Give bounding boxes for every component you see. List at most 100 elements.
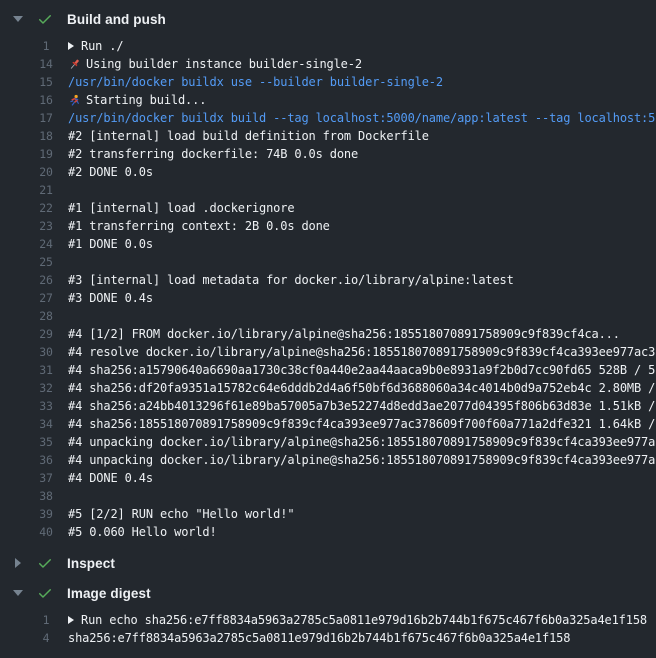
log-line: 22 #1 [internal] load .dockerignore xyxy=(0,199,656,217)
log-text: #5 0.060 Hello world! xyxy=(68,525,656,539)
section-header-build-and-push[interactable]: Build and push xyxy=(0,7,656,31)
line-number[interactable]: 33 xyxy=(36,399,56,413)
log-text: #4 sha256:185518070891758909c9f839cf4ca3… xyxy=(68,417,656,431)
log-line: 16 Starting build... xyxy=(0,91,656,109)
section-title: Inspect xyxy=(67,556,115,571)
line-number[interactable]: 22 xyxy=(36,201,56,215)
section-title: Image digest xyxy=(67,586,151,601)
log-line: 29 #4 [1/2] FROM docker.io/library/alpin… xyxy=(0,325,656,343)
line-number[interactable]: 35 xyxy=(36,435,56,449)
line-number[interactable]: 21 xyxy=(36,183,56,197)
log-line: 26 #3 [internal] load metadata for docke… xyxy=(0,271,656,289)
line-number[interactable]: 24 xyxy=(36,237,56,251)
log-text: #3 [internal] load metadata for docker.i… xyxy=(68,273,656,287)
log-section-build-and-push: Build and push 1 Run ./ 14 Using builder… xyxy=(0,7,656,541)
line-number[interactable]: 28 xyxy=(36,309,56,323)
chevron-down-icon xyxy=(13,590,23,596)
line-number[interactable]: 18 xyxy=(36,129,56,143)
log-text: #4 sha256:a24bb4013296f61e89ba57005a7b3e… xyxy=(68,399,656,413)
log-text: #3 DONE 0.4s xyxy=(68,291,656,305)
log-text: #2 DONE 0.0s xyxy=(68,165,656,179)
line-number[interactable]: 40 xyxy=(36,525,56,539)
line-number[interactable]: 1 xyxy=(36,39,56,53)
check-icon xyxy=(37,585,53,601)
log-line: 17 /usr/bin/docker buildx build --tag lo… xyxy=(0,109,656,127)
line-number[interactable]: 25 xyxy=(36,255,56,269)
log-line: 4 sha256:e7ff8834a5963a2785c5a0811e979d1… xyxy=(0,629,656,647)
log-text: #4 DONE 0.4s xyxy=(68,471,656,485)
log-line: 28 xyxy=(0,307,656,325)
log-line: 34 #4 sha256:185518070891758909c9f839cf4… xyxy=(0,415,656,433)
line-number[interactable]: 37 xyxy=(36,471,56,485)
log-text: sha256:e7ff8834a5963a2785c5a0811e979d16b… xyxy=(68,631,656,645)
log-line: 40 #5 0.060 Hello world! xyxy=(0,523,656,541)
line-number[interactable]: 30 xyxy=(36,345,56,359)
log-line: 33 #4 sha256:a24bb4013296f61e89ba57005a7… xyxy=(0,397,656,415)
log-text: Run ./ xyxy=(68,39,656,53)
line-number[interactable]: 14 xyxy=(36,57,56,71)
line-number[interactable]: 1 xyxy=(36,613,56,627)
section-header-image-digest[interactable]: Image digest xyxy=(0,581,656,605)
log-text: #1 [internal] load .dockerignore xyxy=(68,201,656,215)
runner-icon xyxy=(68,94,81,107)
line-number[interactable]: 16 xyxy=(36,93,56,107)
log-line: 21 xyxy=(0,181,656,199)
log-text: #1 transferring context: 2B 0.0s done xyxy=(68,219,656,233)
chevron-right-icon xyxy=(13,558,23,568)
log-line: 35 #4 unpacking docker.io/library/alpine… xyxy=(0,433,656,451)
log-line: 39 #5 [2/2] RUN echo "Hello world!" xyxy=(0,505,656,523)
line-number[interactable]: 23 xyxy=(36,219,56,233)
log-line: 32 #4 sha256:df20fa9351a15782c64e6dddb2d… xyxy=(0,379,656,397)
log-line: 19 #2 transferring dockerfile: 74B 0.0s … xyxy=(0,145,656,163)
log-line: 25 xyxy=(0,253,656,271)
log-line: 1 Run echo sha256:e7ff8834a5963a2785c5a0… xyxy=(0,611,656,629)
line-number[interactable]: 27 xyxy=(36,291,56,305)
line-number[interactable]: 20 xyxy=(36,165,56,179)
log-text: #4 unpacking docker.io/library/alpine@sh… xyxy=(68,435,656,449)
expand-triangle-icon[interactable] xyxy=(68,42,74,50)
line-number[interactable]: 29 xyxy=(36,327,56,341)
line-number[interactable]: 38 xyxy=(36,489,56,503)
log-section-inspect: Inspect xyxy=(0,551,656,575)
log-line: 36 #4 unpacking docker.io/library/alpine… xyxy=(0,451,656,469)
line-number[interactable]: 39 xyxy=(36,507,56,521)
log-line: 38 xyxy=(0,487,656,505)
line-number[interactable]: 36 xyxy=(36,453,56,467)
line-number[interactable]: 17 xyxy=(36,111,56,125)
log-text: #4 [1/2] FROM docker.io/library/alpine@s… xyxy=(68,327,656,341)
line-number[interactable]: 26 xyxy=(36,273,56,287)
log-line: 20 #2 DONE 0.0s xyxy=(0,163,656,181)
log-text: Using builder instance builder-single-2 xyxy=(68,57,656,71)
log-section-image-digest: Image digest 1 Run echo sha256:e7ff8834a… xyxy=(0,581,656,647)
line-number[interactable]: 34 xyxy=(36,417,56,431)
log-text: #2 transferring dockerfile: 74B 0.0s don… xyxy=(68,147,656,161)
log-text: #1 DONE 0.0s xyxy=(68,237,656,251)
workflow-log: Build and push 1 Run ./ 14 Using builder… xyxy=(0,0,656,647)
pushpin-icon xyxy=(68,58,81,71)
line-number[interactable]: 31 xyxy=(36,363,56,377)
log-line: 23 #1 transferring context: 2B 0.0s done xyxy=(0,217,656,235)
line-number[interactable]: 32 xyxy=(36,381,56,395)
chevron-down-icon xyxy=(13,16,23,22)
log-text: /usr/bin/docker buildx build --tag local… xyxy=(68,111,656,125)
log-line: 1 Run ./ xyxy=(0,37,656,55)
log-text: #5 [2/2] RUN echo "Hello world!" xyxy=(68,507,656,521)
log-text: #4 sha256:df20fa9351a15782c64e6dddb2d4a6… xyxy=(68,381,656,395)
log-text: #4 sha256:a15790640a6690aa1730c38cf0a440… xyxy=(68,363,656,377)
section-header-inspect[interactable]: Inspect xyxy=(0,551,656,575)
log-line: 24 #1 DONE 0.0s xyxy=(0,235,656,253)
log-text: #4 unpacking docker.io/library/alpine@sh… xyxy=(68,453,656,467)
check-icon xyxy=(37,555,53,571)
section-log-rows: 1 Run echo sha256:e7ff8834a5963a2785c5a0… xyxy=(0,611,656,647)
log-line: 30 #4 resolve docker.io/library/alpine@s… xyxy=(0,343,656,361)
log-line: 37 #4 DONE 0.4s xyxy=(0,469,656,487)
log-line: 14 Using builder instance builder-single… xyxy=(0,55,656,73)
log-line: 27 #3 DONE 0.4s xyxy=(0,289,656,307)
line-number[interactable]: 19 xyxy=(36,147,56,161)
expand-triangle-icon[interactable] xyxy=(68,616,74,624)
line-number[interactable]: 4 xyxy=(36,631,56,645)
log-line: 31 #4 sha256:a15790640a6690aa1730c38cf0a… xyxy=(0,361,656,379)
line-number[interactable]: 15 xyxy=(36,75,56,89)
log-line: 15 /usr/bin/docker buildx use --builder … xyxy=(0,73,656,91)
check-icon xyxy=(37,11,53,27)
